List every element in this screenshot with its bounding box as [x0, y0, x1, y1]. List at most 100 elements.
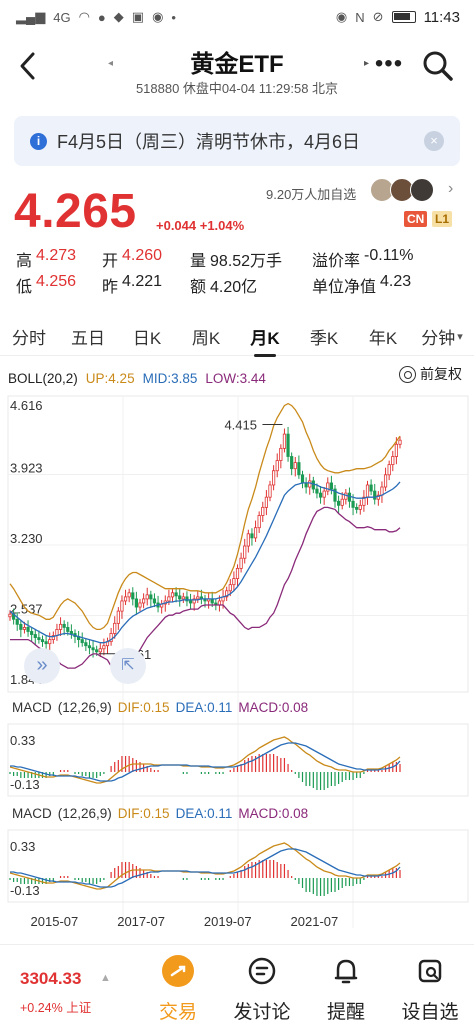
x-tick-label: 2021-07 [291, 914, 339, 929]
candle-body [15, 618, 19, 625]
message-icon: ◉ [152, 9, 164, 24]
price-change: +0.044 +1.04% [156, 218, 245, 233]
candle-body [340, 498, 344, 506]
candle-body [246, 533, 250, 547]
tab-daily-k[interactable]: 日K [118, 324, 176, 349]
tab-monthly-k[interactable]: 月K [236, 324, 294, 357]
status-left: ▂▄▆ 4G ◠ ● ◆ ▣ ◉ • [16, 9, 176, 25]
search-button[interactable] [420, 48, 456, 84]
trade-button[interactable]: 交易 [138, 955, 218, 1025]
candle-body [170, 592, 175, 598]
bell-icon [330, 955, 362, 987]
current-price: 4.265 [14, 185, 137, 238]
tab-five-day[interactable]: 五日 [58, 324, 118, 349]
candle-body [387, 464, 391, 476]
network-label: 4G [53, 9, 71, 25]
expand-chart-icon[interactable]: » [24, 648, 60, 684]
tab-weekly-k[interactable]: 周K [176, 324, 236, 349]
candle-body [80, 639, 84, 644]
candle-body [116, 610, 120, 624]
candle-body [98, 648, 102, 653]
y-tick-label: 3.923 [10, 461, 43, 476]
candle-body [380, 486, 384, 496]
weibo-icon: ● [97, 9, 106, 25]
candle-body [102, 645, 106, 650]
comment-label: 发讨论 [233, 1002, 291, 1023]
candle-body [188, 600, 193, 604]
kline-chart[interactable]: 4.6163.9233.2302.5371.8444.4152.1610.33-… [0, 392, 474, 936]
candle-body [391, 456, 395, 466]
more-button[interactable]: ••• [372, 50, 406, 80]
candle-body [19, 623, 23, 630]
macd-dif: DIF:0.15 [117, 700, 170, 715]
candle-body [279, 447, 283, 461]
candle-body [358, 504, 362, 510]
tab-intraday[interactable]: 分时 [0, 324, 58, 349]
page-header: ◂ 黄金ETF ▸ 518880 休盘中04-04 11:29:58 北京 ••… [0, 38, 474, 100]
watchlist-button[interactable]: 设自选 [390, 955, 470, 1025]
candle-body [84, 642, 88, 647]
settings-icon [399, 365, 416, 383]
eye-icon: ◉ [335, 9, 348, 24]
info-icon: i [30, 132, 47, 150]
comment-icon [246, 955, 278, 987]
candle-body [134, 598, 138, 608]
notice-banner[interactable]: i F4月5日（周三）清明节休市，4月6日 × [14, 116, 460, 166]
stats-row: 低 4.256 昨 4.221 额 4.20亿 单位净值 4.23 [16, 272, 466, 298]
macd-y-tick-label: 0.33 [10, 839, 35, 854]
candle-body [145, 594, 149, 600]
comment-button[interactable]: 发讨论 [222, 955, 302, 1025]
macd-dif: DIF:0.15 [117, 806, 170, 821]
candle-body [8, 613, 12, 618]
followers-count[interactable]: 9.20万人加自选 [266, 184, 356, 203]
follower-avatars[interactable] [370, 178, 434, 202]
candle-body [152, 598, 157, 604]
candle-body [337, 500, 341, 506]
status-right: ◉ N ⊘ 11:43 [336, 9, 460, 26]
macd-dea: DEA:0.11 [175, 700, 233, 715]
stats-row: 高 4.273 开 4.260 量 98.52万手 溢价率 -0.11% [16, 246, 466, 272]
candle-body [365, 484, 370, 498]
tab-quarterly-k[interactable]: 季K [294, 324, 354, 349]
candle-body [22, 627, 27, 630]
index-value[interactable]: 3304.33 [20, 969, 81, 989]
tab-yearly-k[interactable]: 年K [354, 324, 412, 349]
candle-body [228, 584, 232, 592]
macd-y-tick-label: -0.13 [10, 883, 40, 898]
x-tick-label: 2017-07 [117, 914, 165, 929]
candle-body [232, 578, 236, 586]
macd-y-tick-label: -0.13 [10, 777, 40, 792]
candle-body [275, 460, 279, 472]
stat-item: 量 98.52万手 [190, 253, 283, 270]
candle-body [355, 506, 359, 510]
chevron-right-icon[interactable]: › [448, 180, 453, 198]
next-stock-icon[interactable]: ▸ [364, 58, 369, 69]
chart-svg: 4.6163.9233.2302.5371.8444.4152.1610.33-… [7, 395, 469, 929]
candle-body [167, 596, 171, 602]
index-change[interactable]: +0.24% 上证 [20, 997, 91, 1016]
adjust-button[interactable]: 前复权 [399, 364, 462, 384]
bottom-bar: 3304.33 ▲ +0.24% 上证 交易 发讨论 提醒 设自选 [0, 944, 474, 1026]
candle-body [344, 492, 348, 500]
macd-y-tick-label: 0.33 [10, 733, 35, 748]
candle-body [318, 492, 323, 498]
candle-body [304, 482, 308, 488]
trade-icon [162, 955, 194, 987]
candle-body [253, 527, 258, 539]
reset-chart-icon[interactable]: ⇱ [110, 648, 146, 684]
candle-body [91, 647, 95, 651]
signal-icon: ▂▄▆ [16, 9, 46, 24]
candle-body [250, 533, 254, 539]
alert-button[interactable]: 提醒 [306, 955, 386, 1025]
candle-body [322, 490, 326, 498]
candle-body [58, 623, 63, 630]
boll-mid-line [9, 481, 401, 644]
candle-body [40, 639, 45, 643]
candle-body [69, 631, 73, 634]
stat-item: 单位净值 4.23 [312, 273, 412, 296]
trade-label: 交易 [158, 1002, 197, 1023]
tab-minute[interactable]: 分钟 ▾ [412, 324, 472, 349]
close-icon[interactable]: × [424, 131, 444, 151]
candle-body [243, 545, 247, 559]
candle-body [383, 474, 388, 488]
